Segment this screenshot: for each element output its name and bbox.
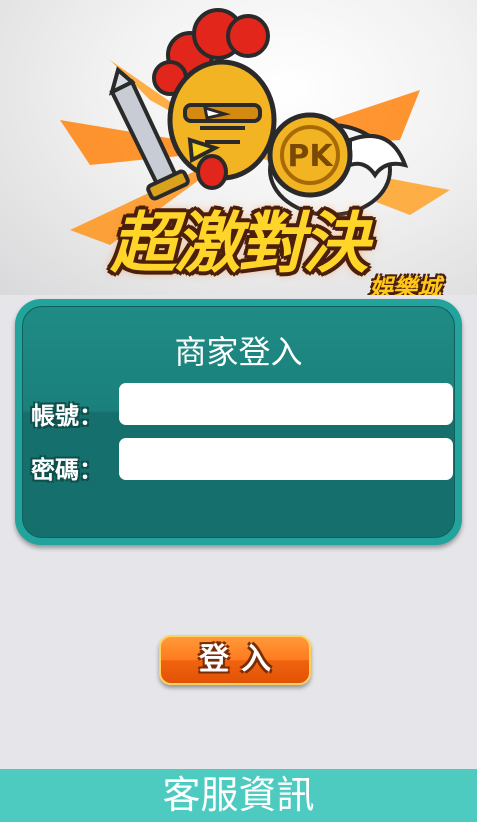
password-label: 密碼：	[31, 456, 103, 484]
pk-coin-icon: PK	[267, 112, 353, 198]
account-label: 帳號：	[31, 402, 103, 430]
password-input[interactable]	[119, 438, 453, 480]
svg-text:PK: PK	[287, 139, 334, 174]
login-panel-inner: 商家登入 帳號： 密碼：	[22, 306, 455, 538]
login-panel: 商家登入 帳號： 密碼：	[15, 299, 462, 545]
game-banner: PK 超激對決 娛樂城	[0, 0, 477, 295]
account-input[interactable]	[119, 383, 453, 425]
customer-service-footer[interactable]: 客服資訊	[0, 769, 477, 822]
login-title: 商家登入	[174, 333, 303, 371]
login-button[interactable]: 登入	[159, 635, 311, 685]
rooster-helmet	[167, 59, 277, 190]
game-subtitle: 娛樂城	[369, 274, 441, 295]
